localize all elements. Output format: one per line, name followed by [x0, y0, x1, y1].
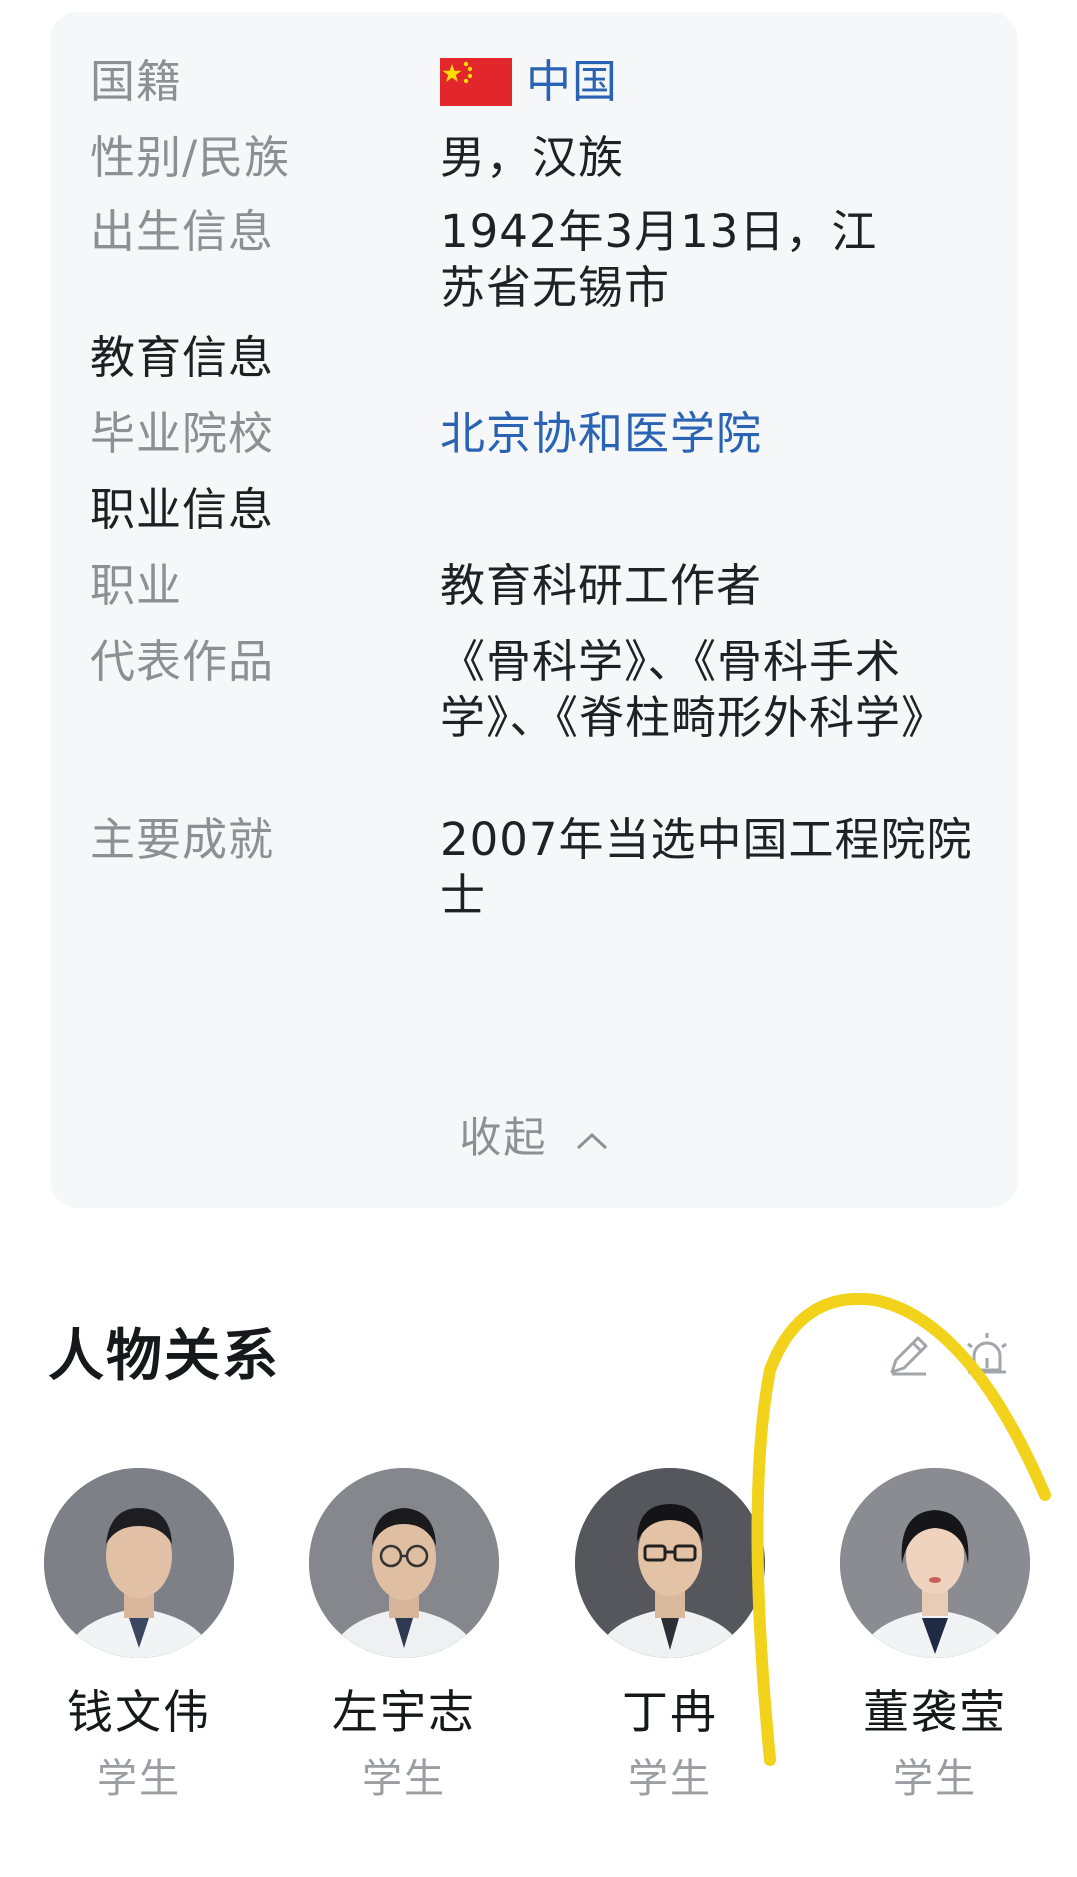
- person-card[interactable]: 丁冉 学生: [555, 1468, 785, 1804]
- person-role: 学生: [362, 1756, 446, 1802]
- info-label: 职业: [90, 559, 183, 612]
- collapse-label: 收起: [459, 1113, 548, 1162]
- nationality-value[interactable]: 中国: [440, 54, 985, 110]
- school-link[interactable]: 北京协和医学院: [440, 406, 985, 462]
- person-card[interactable]: 钱文伟 学生: [24, 1468, 254, 1804]
- section-title: 人物关系: [48, 1324, 280, 1389]
- avatar: [44, 1468, 234, 1658]
- avatar: [840, 1468, 1030, 1658]
- person-name: 左宇志: [332, 1685, 476, 1739]
- person-card[interactable]: 左宇志 学生: [289, 1468, 519, 1804]
- nationality-link[interactable]: 中国: [526, 55, 618, 108]
- info-label: 毕业院校: [90, 407, 275, 460]
- person-name: 钱文伟: [67, 1685, 211, 1739]
- info-label: 代表作品: [90, 635, 275, 688]
- avatar: [575, 1468, 765, 1658]
- gender-value: 男，汉族: [440, 131, 625, 184]
- china-flag-icon: [440, 58, 512, 106]
- info-label: 性别/民族: [90, 131, 291, 184]
- section-heading: 教育信息: [90, 331, 275, 384]
- achievement-value: 2007年当选中国工程院院士: [440, 813, 973, 922]
- avatar: [309, 1468, 499, 1658]
- info-label: 国籍: [90, 55, 183, 108]
- page: 国籍 中国 性别/民族 男，汉族 出生信息 1942年3月13日，江苏省无锡市 …: [0, 0, 1077, 1877]
- person-role: 学生: [97, 1756, 181, 1802]
- info-label: 主要成就: [90, 813, 275, 866]
- occupation-value: 教育科研工作者: [440, 559, 763, 612]
- person-name: 董袭莹: [863, 1685, 1007, 1739]
- info-label: 出生信息: [90, 205, 275, 258]
- person-role: 学生: [893, 1756, 977, 1802]
- birth-value: 1942年3月13日，江苏省无锡市: [440, 205, 878, 314]
- alarm-siren-icon[interactable]: [962, 1330, 1012, 1380]
- info-card: 国籍 中国 性别/民族 男，汉族 出生信息 1942年3月13日，江苏省无锡市 …: [50, 12, 1018, 1208]
- person-card[interactable]: 董袭莹 学生: [820, 1468, 1050, 1804]
- chevron-up-icon: [575, 1110, 609, 1166]
- collapse-button[interactable]: 收起: [50, 1110, 1018, 1166]
- works-value: 《骨科学》、《骨科手术学》、《脊柱畸形外科学》: [440, 635, 948, 744]
- person-role: 学生: [628, 1756, 712, 1802]
- edit-pencil-icon[interactable]: [884, 1330, 934, 1380]
- person-name: 丁冉: [622, 1685, 718, 1739]
- section-heading: 职业信息: [90, 483, 275, 536]
